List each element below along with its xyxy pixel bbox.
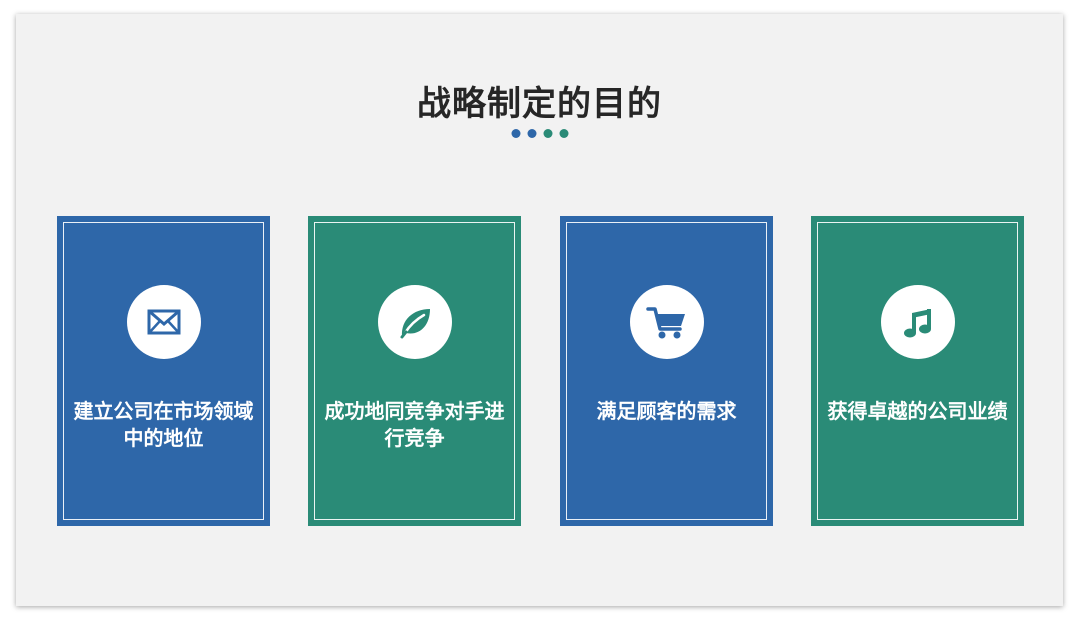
card-text: 成功地同竞争对手进行竞争 [324, 399, 505, 450]
slide: 战略制定的目的 建立公司在市场领域中的地位 成功地同竞争对手进行竞争 满足顾客的… [16, 14, 1063, 606]
card-customer: 满足顾客的需求 [560, 216, 773, 526]
card-performance: 获得卓越的公司业绩 [811, 216, 1024, 526]
leaf-icon [400, 309, 430, 339]
decoration-dot [527, 129, 536, 138]
card-border [566, 222, 767, 520]
slide-title: 战略制定的目的 [417, 84, 662, 124]
card-text: 建立公司在市场领域中的地位 [73, 399, 254, 450]
card-position: 建立公司在市场领域中的地位 [57, 216, 270, 526]
card-text: 获得卓越的公司业绩 [827, 399, 1008, 423]
shopping-cart-icon [645, 307, 685, 339]
decoration-dot [511, 129, 520, 138]
card-text: 满足顾客的需求 [596, 399, 737, 423]
decoration-dot [543, 129, 552, 138]
icon-circle [629, 285, 704, 359]
music-note-icon [903, 309, 931, 338]
icon-circle [880, 285, 955, 359]
icon-circle [126, 285, 201, 359]
card-border [63, 222, 264, 520]
card-border [314, 222, 515, 520]
decoration-dot [559, 129, 568, 138]
card-border [817, 222, 1018, 520]
icon-circle [377, 285, 452, 359]
envelope-icon [147, 309, 180, 335]
title-decoration-dots [511, 129, 568, 138]
card-competition: 成功地同竞争对手进行竞争 [308, 216, 521, 526]
